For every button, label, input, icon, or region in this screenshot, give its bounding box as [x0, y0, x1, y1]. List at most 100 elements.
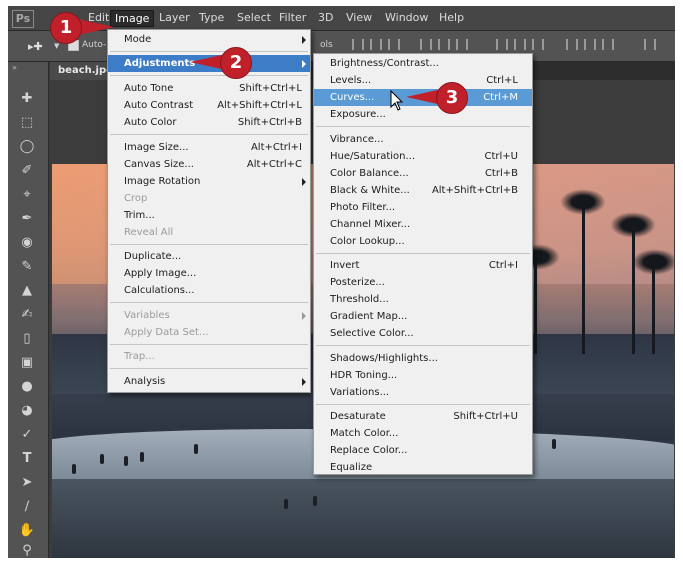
menu-layer[interactable]: Layer	[159, 11, 190, 24]
menu-item-gradient-map[interactable]: Gradient Map...	[314, 308, 532, 325]
dodge-tool-icon[interactable]: ◕	[17, 402, 37, 420]
menu-item-match-color[interactable]: Match Color...	[314, 425, 532, 442]
menu-separator	[110, 302, 308, 303]
step-callout-2: 2	[190, 47, 264, 79]
menu-item-auto-tone[interactable]: Auto Tone Shift+Ctrl+L	[108, 80, 310, 97]
menu-item-color-balance[interactable]: Color Balance... Ctrl+B	[314, 165, 532, 182]
menu-separator	[110, 368, 308, 369]
align-vcenter-icon[interactable]	[370, 39, 382, 50]
menu-item-image-rotation[interactable]: Image Rotation	[108, 173, 310, 190]
menu-item-variations[interactable]: Variations...	[314, 384, 532, 401]
menu-item-duplicate[interactable]: Duplicate...	[108, 248, 310, 265]
healing-brush-tool-icon[interactable]: ◉	[17, 234, 37, 252]
distribute-vcenter-icon[interactable]	[514, 39, 526, 50]
menu-item-invert[interactable]: Invert Ctrl+I	[314, 257, 532, 274]
menu-item-equalize[interactable]: Equalize	[314, 459, 532, 476]
menu-filter[interactable]: Filter	[279, 11, 306, 24]
menu-item-channel-mixer[interactable]: Channel Mixer...	[314, 216, 532, 233]
tool-preset-dropdown-icon[interactable]: ▼	[54, 42, 59, 50]
collapse-panel-icon[interactable]: »	[12, 63, 17, 72]
align-bottom-icon[interactable]	[388, 39, 400, 50]
beach-person	[100, 454, 104, 464]
menu-item-black-white[interactable]: Black & White... Alt+Shift+Ctrl+B	[314, 182, 532, 199]
align-hcenter-icon[interactable]	[438, 39, 450, 50]
adjustments-submenu: Brightness/Contrast... Levels... Ctrl+L …	[313, 53, 533, 475]
blur-tool-icon[interactable]: ●	[17, 378, 37, 396]
distribute-top-icon[interactable]	[496, 39, 508, 50]
history-brush-tool-icon[interactable]: ✍	[17, 306, 37, 324]
menu-item-brightness-contrast[interactable]: Brightness/Contrast...	[314, 55, 532, 72]
menu-separator	[316, 126, 530, 127]
menu-item-posterize[interactable]: Posterize...	[314, 274, 532, 291]
menu-type[interactable]: Type	[199, 11, 224, 24]
distribute-bottom-icon[interactable]	[532, 39, 544, 50]
menu-item-apply-data-set: Apply Data Set...	[124, 327, 209, 338]
image-menu: Mode Adjustments Auto Tone Shift+Ctrl+L …	[107, 29, 311, 393]
menu-help[interactable]: Help	[439, 11, 464, 24]
beach-person	[284, 499, 288, 509]
menu-separator	[316, 253, 530, 254]
menu-separator	[316, 345, 530, 346]
move-tool-icon[interactable]: ▸✚	[28, 40, 43, 53]
clone-stamp-tool-icon[interactable]: ▲	[17, 282, 37, 300]
brush-tool-icon[interactable]: ✎	[17, 258, 37, 276]
hand-tool-icon[interactable]: ✋	[17, 522, 37, 540]
menu-item-image-size[interactable]: Image Size... Alt+Ctrl+I	[108, 139, 310, 156]
menu-3d[interactable]: 3D	[318, 11, 333, 24]
marquee-tool-icon[interactable]: ⬚	[17, 114, 37, 132]
distribute-left-icon[interactable]	[566, 39, 578, 50]
zoom-tool-icon[interactable]: ⚲	[17, 542, 37, 558]
menu-item-photo-filter[interactable]: Photo Filter...	[314, 199, 532, 216]
menu-item-threshold[interactable]: Threshold...	[314, 291, 532, 308]
distribute-hcenter-icon[interactable]	[584, 39, 596, 50]
align-left-icon[interactable]	[420, 39, 432, 50]
distribute-right-icon[interactable]	[602, 39, 614, 50]
auto-align-icon[interactable]	[644, 39, 656, 50]
menu-item-apply-image[interactable]: Apply Image...	[108, 265, 310, 282]
menu-separator	[316, 404, 530, 405]
palm-tree-trunk	[582, 204, 585, 354]
menu-item-auto-color[interactable]: Auto Color Shift+Ctrl+B	[108, 114, 310, 131]
type-tool-icon[interactable]: T	[17, 450, 37, 468]
menu-item-mode[interactable]: Mode	[108, 31, 310, 48]
menu-item-calculations[interactable]: Calculations...	[108, 282, 310, 299]
photo-shore	[52, 479, 674, 558]
menu-item-color-lookup[interactable]: Color Lookup...	[314, 233, 532, 250]
pen-tool-icon[interactable]: ✓	[17, 426, 37, 444]
align-top-icon[interactable]	[352, 39, 364, 50]
menu-item-auto-contrast[interactable]: Auto Contrast Alt+Shift+Ctrl+L	[108, 97, 310, 114]
path-selection-tool-icon[interactable]: ➤	[17, 474, 37, 492]
lasso-tool-icon[interactable]: ◯	[17, 138, 37, 156]
menu-item-hdr-toning[interactable]: HDR Toning...	[314, 367, 532, 384]
menu-item-analysis[interactable]: Analysis	[108, 373, 310, 390]
menu-item-shadows-highlights[interactable]: Shadows/Highlights...	[314, 350, 532, 367]
menu-select[interactable]: Select	[237, 11, 271, 24]
menu-item-canvas-size[interactable]: Canvas Size... Alt+Ctrl+C	[108, 156, 310, 173]
menu-item-hue-saturation[interactable]: Hue/Saturation... Ctrl+U	[314, 148, 532, 165]
quick-selection-tool-icon[interactable]: ✐	[17, 162, 37, 180]
palm-tree-crown	[560, 189, 606, 215]
beach-person	[313, 496, 317, 506]
line-tool-icon[interactable]: ∕	[17, 498, 37, 516]
gradient-tool-icon[interactable]: ▣	[17, 354, 37, 372]
callout-number: 2	[220, 47, 252, 79]
palm-tree-crown	[610, 212, 656, 238]
menu-item-replace-color[interactable]: Replace Color...	[314, 442, 532, 459]
menu-item-selective-color[interactable]: Selective Color...	[314, 325, 532, 342]
eraser-tool-icon[interactable]: ▯	[17, 330, 37, 348]
menu-separator	[110, 344, 308, 345]
menu-item-vibrance[interactable]: Vibrance...	[314, 131, 532, 148]
menu-item-desaturate[interactable]: Desaturate Shift+Ctrl+U	[314, 408, 532, 425]
app-logo: Ps	[12, 10, 34, 28]
menu-view[interactable]: View	[346, 11, 372, 24]
step-callout-3: 3	[406, 82, 480, 114]
align-right-icon[interactable]	[456, 39, 468, 50]
crop-tool-icon[interactable]: ⌖	[17, 186, 37, 204]
menu-window[interactable]: Window	[385, 11, 428, 24]
eyedropper-tool-icon[interactable]: ✒	[17, 210, 37, 228]
palm-tree-crown	[632, 249, 674, 275]
menu-item-trim[interactable]: Trim...	[108, 207, 310, 224]
menu-item-reveal-all: Reveal All	[124, 227, 174, 238]
menu-separator	[110, 244, 308, 245]
move-tool-icon[interactable]: ✚	[17, 90, 37, 108]
